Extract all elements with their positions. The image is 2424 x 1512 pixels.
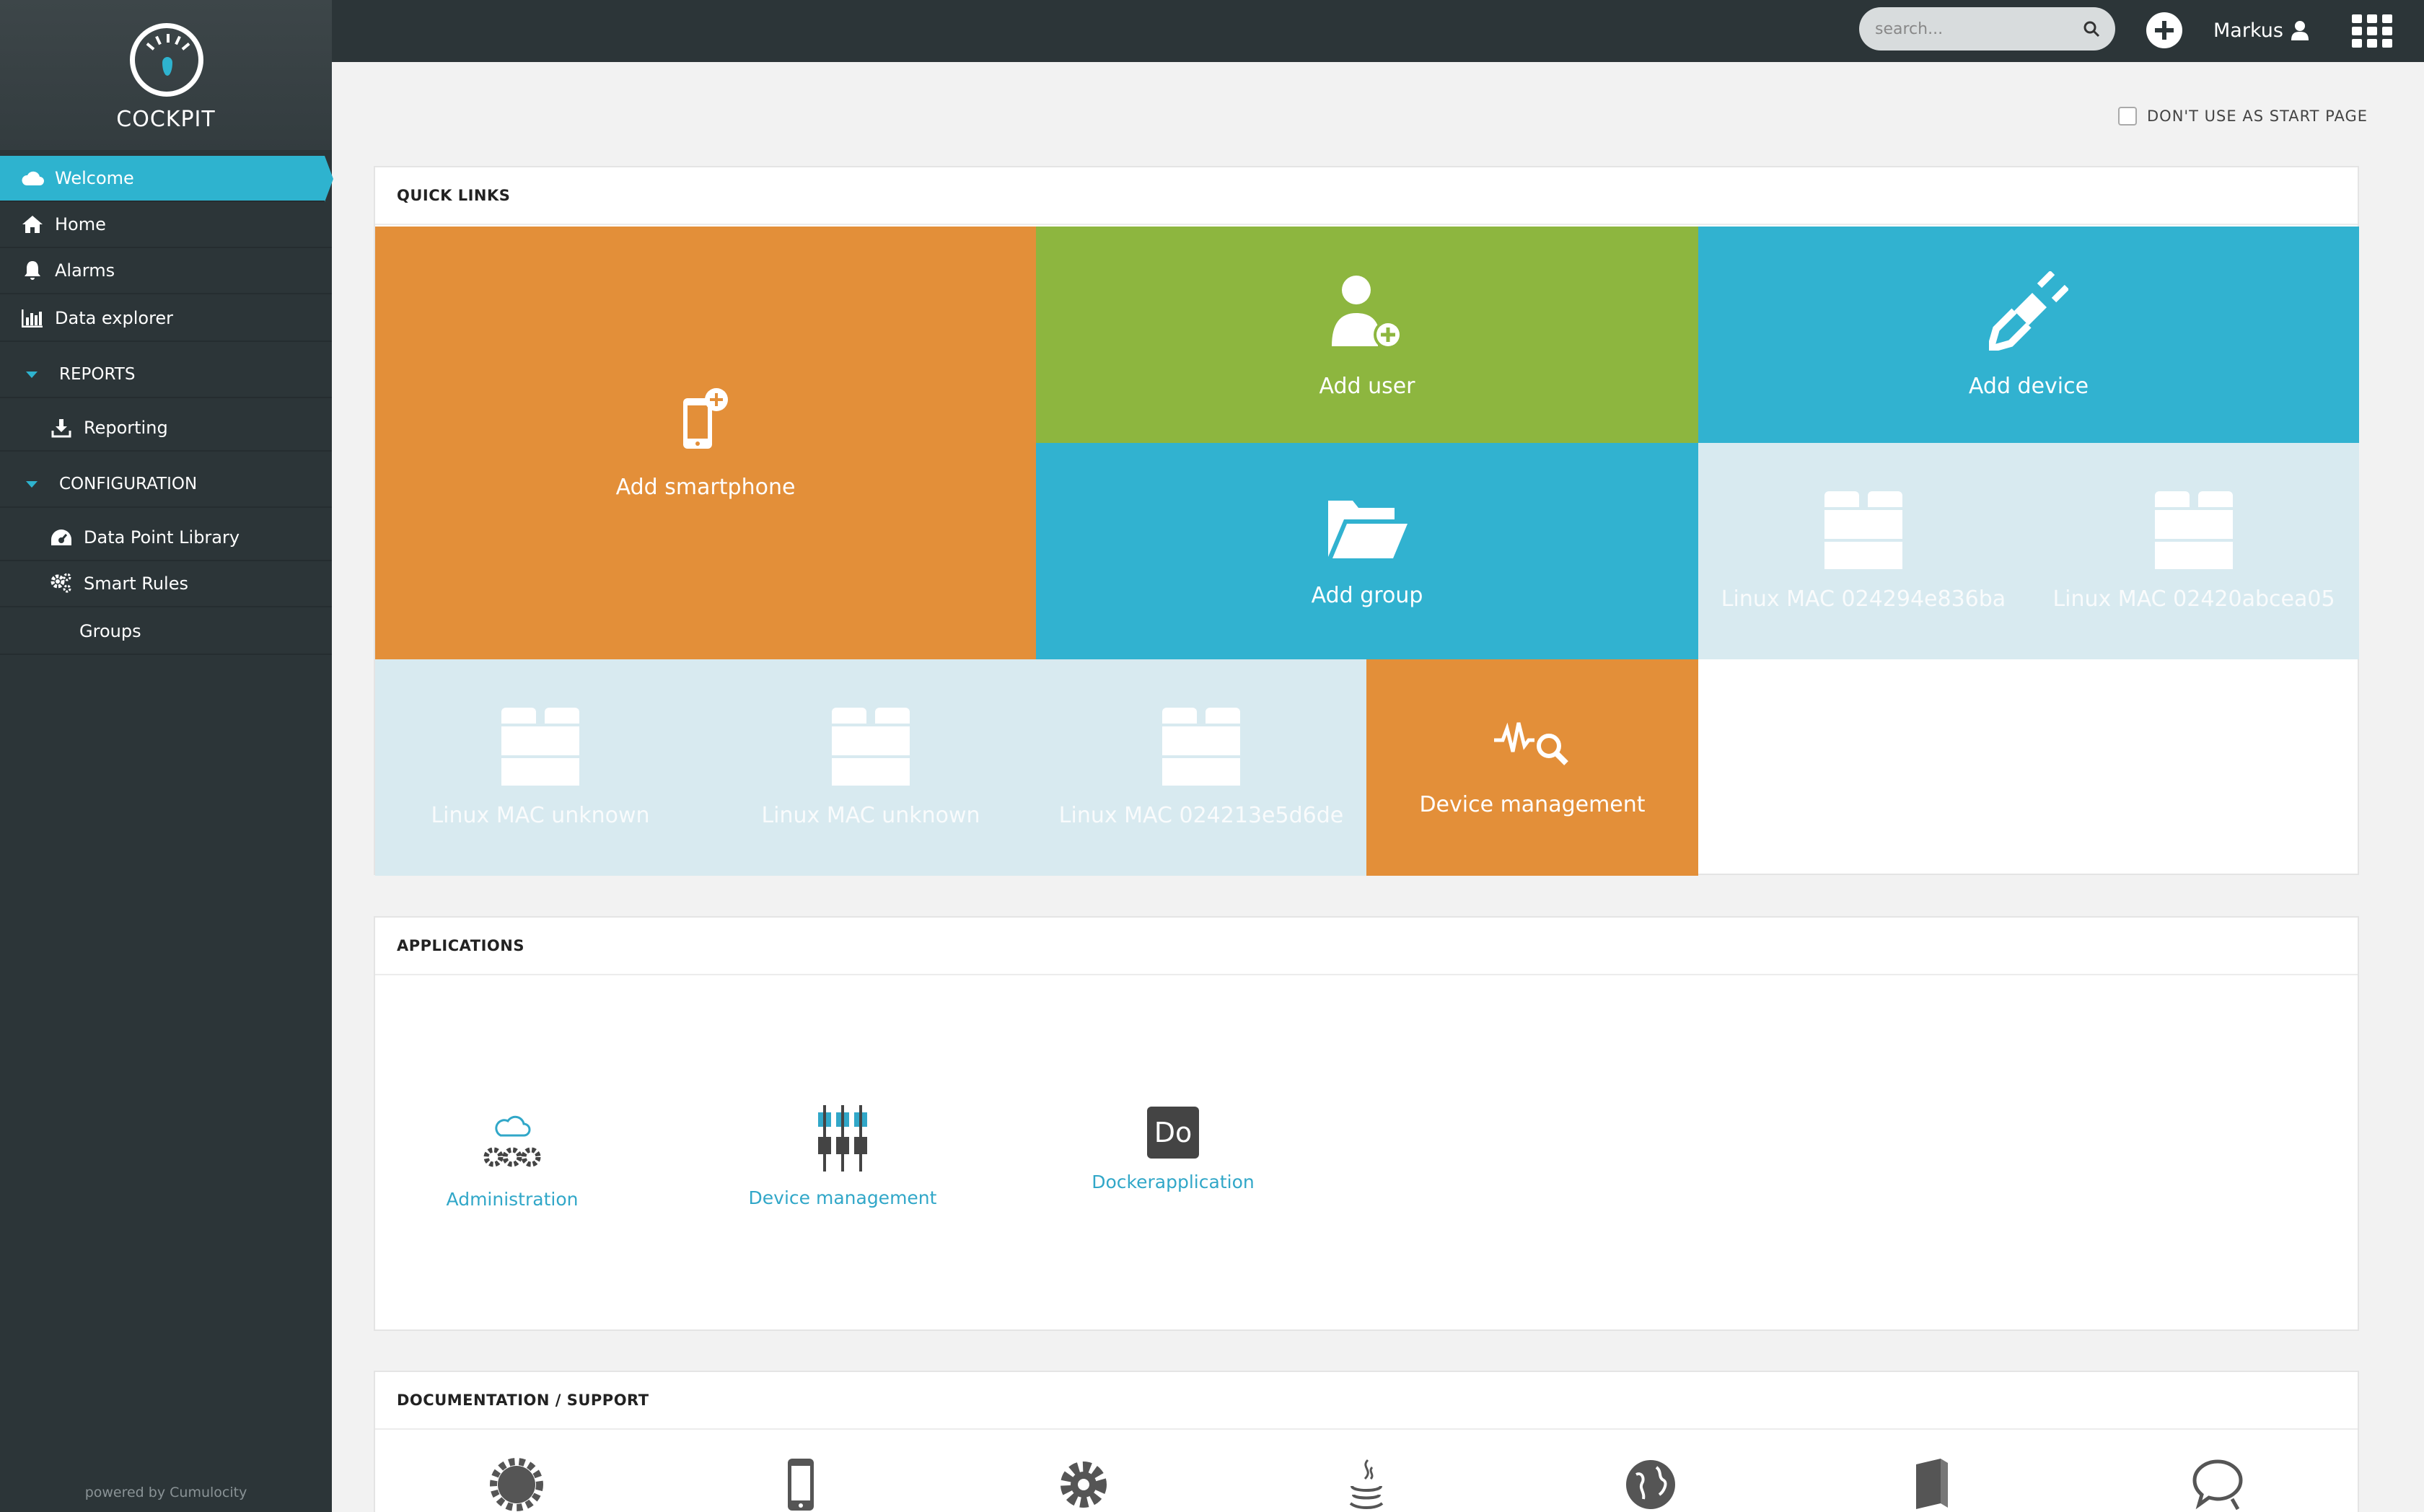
sidebar-group-configuration[interactable]: CONFIGURATION <box>0 462 332 508</box>
cloud-gears-icon <box>482 1112 543 1176</box>
bar-chart-icon <box>20 306 45 330</box>
app-label: Administration <box>446 1189 579 1210</box>
dont-use-as-start-page-checkbox[interactable]: DON'T USE AS START PAGE <box>2118 107 2368 126</box>
tile-add-device[interactable]: Add device <box>1698 227 2359 443</box>
sidebar-group-label: CONFIGURATION <box>59 475 198 493</box>
tile-label: Linux MAC 02420abcea05 <box>2052 586 2335 612</box>
app-logo[interactable]: COCKPIT <box>0 0 332 150</box>
sliders-icon <box>812 1105 873 1174</box>
tile-label: Add device <box>1968 373 2089 399</box>
sidebar-item-label: Welcome <box>55 168 134 188</box>
app-switcher-grid-icon[interactable] <box>2352 14 2392 48</box>
topbar: Markus <box>332 0 2424 62</box>
sidebar-item-home[interactable]: Home <box>0 202 332 248</box>
add-plus-icon[interactable] <box>2146 12 2182 48</box>
brick-icon <box>501 707 579 786</box>
panel-title: APPLICATIONS <box>375 918 2358 975</box>
do-badge-icon: Do <box>1147 1107 1199 1159</box>
app-label: Device management <box>748 1187 937 1208</box>
tile-label: Add smartphone <box>615 474 796 500</box>
brick-icon <box>1824 491 1902 569</box>
checkbox-label: DON'T USE AS START PAGE <box>2147 107 2368 125</box>
app-label: Dockerapplication <box>1092 1172 1255 1192</box>
tile-add-smartphone[interactable]: Add smartphone <box>375 227 1036 659</box>
tile-add-group[interactable]: Add group <box>1036 443 1698 659</box>
sidebar-item-data-point-library[interactable]: Data Point Library <box>0 515 332 561</box>
caret-down-icon <box>26 480 38 488</box>
tile-device-linux-mac-02420abcea05[interactable]: Linux MAC 02420abcea05 <box>2029 443 2359 659</box>
sidebar-item-label: Alarms <box>55 260 115 281</box>
panel-title: QUICK LINKS <box>375 167 2358 225</box>
badge-gear-icon[interactable] <box>489 1457 544 1512</box>
sidebar-item-label: Home <box>55 214 106 234</box>
dashboard-icon <box>49 525 74 550</box>
quick-links-panel: QUICK LINKS Add smartphone Add user Add … <box>374 166 2359 876</box>
search-input[interactable] <box>1875 16 2070 42</box>
tile-label: Add group <box>1311 582 1423 608</box>
folder-open-icon <box>1325 495 1409 566</box>
sidebar-item-label: Reporting <box>84 418 168 438</box>
powered-by-footer: powered by Cumulocity <box>84 1485 247 1500</box>
search-icon[interactable] <box>2083 20 2100 40</box>
tile-label: Linux MAC unknown <box>431 802 650 828</box>
panel-title: DOCUMENTATION / SUPPORT <box>375 1372 2358 1430</box>
applications-panel: APPLICATIONS Administration Device manag… <box>374 916 2359 1331</box>
sidebar-item-groups[interactable]: Groups <box>0 609 332 655</box>
sidebar-item-reporting[interactable]: Reporting <box>0 405 332 452</box>
app-dockerapplication[interactable]: Do Dockerapplication <box>1043 1107 1303 1192</box>
sidebar-group-label: REPORTS <box>59 365 136 384</box>
home-icon <box>20 212 45 237</box>
tile-device-linux-mac-unknown[interactable]: Linux MAC unknown <box>375 659 706 876</box>
user-icon <box>2291 19 2309 41</box>
brick-icon <box>832 707 910 786</box>
sidebar-item-data-explorer[interactable]: Data explorer <box>0 296 332 342</box>
sidebar-group-reports[interactable]: REPORTS <box>0 352 332 398</box>
app-device-management[interactable]: Device management <box>713 1105 972 1208</box>
app-administration[interactable]: Administration <box>382 1112 642 1210</box>
cloud-icon <box>20 166 45 190</box>
user-name: Markus <box>2213 19 2283 42</box>
sidebar-item-label: Data Point Library <box>84 527 240 548</box>
tile-label: Add user <box>1319 373 1415 399</box>
sidebar-item-label: Groups <box>79 621 141 641</box>
sidebar: COCKPIT Welcome Home Alarms Data explore… <box>0 0 333 1512</box>
tile-device-linux-mac-024294e836ba[interactable]: Linux MAC 024294e836ba <box>1698 443 2029 659</box>
caret-down-icon <box>26 371 38 378</box>
smartphone-add-icon <box>680 387 731 457</box>
bell-icon <box>20 258 45 283</box>
chat-icon[interactable] <box>2190 1457 2245 1512</box>
tile-device-management[interactable]: Device management <box>1366 659 1698 876</box>
gears-icon <box>49 571 74 596</box>
tile-label: Device management <box>1419 791 1646 817</box>
book-icon[interactable] <box>1912 1457 1952 1512</box>
user-menu[interactable]: Markus <box>2213 16 2309 45</box>
search-box[interactable] <box>1859 7 2115 50</box>
app-title: COCKPIT <box>116 107 216 132</box>
globe-icon[interactable] <box>1623 1457 1678 1512</box>
gauge-icon <box>130 23 203 97</box>
sidebar-item-smart-rules[interactable]: Smart Rules <box>0 561 332 607</box>
tile-label: Linux MAC unknown <box>761 802 980 828</box>
brick-icon <box>2155 491 2233 569</box>
plug-icon <box>1985 270 2070 356</box>
tile-label: Linux MAC 024294e836ba <box>1721 586 2006 612</box>
sidebar-item-label: Smart Rules <box>84 573 188 594</box>
java-icon[interactable] <box>1345 1457 1388 1512</box>
checkbox[interactable] <box>2118 107 2137 126</box>
sidebar-item-alarms[interactable]: Alarms <box>0 248 332 294</box>
tile-add-user[interactable]: Add user <box>1036 227 1698 443</box>
pulse-search-icon <box>1493 718 1572 775</box>
tile-device-linux-mac-unknown-2[interactable]: Linux MAC unknown <box>706 659 1036 876</box>
download-icon <box>49 416 74 440</box>
sidebar-item-label: Data explorer <box>55 308 174 328</box>
mobile-icon[interactable] <box>786 1457 815 1512</box>
gear-icon[interactable] <box>1056 1457 1111 1512</box>
tile-device-linux-mac-024213e5d6de[interactable]: Linux MAC 024213e5d6de <box>1036 659 1366 876</box>
sidebar-item-welcome[interactable]: Welcome <box>0 156 333 202</box>
brick-icon <box>1162 707 1240 786</box>
user-add-icon <box>1327 271 1407 356</box>
tile-label: Linux MAC 024213e5d6de <box>1058 802 1344 828</box>
